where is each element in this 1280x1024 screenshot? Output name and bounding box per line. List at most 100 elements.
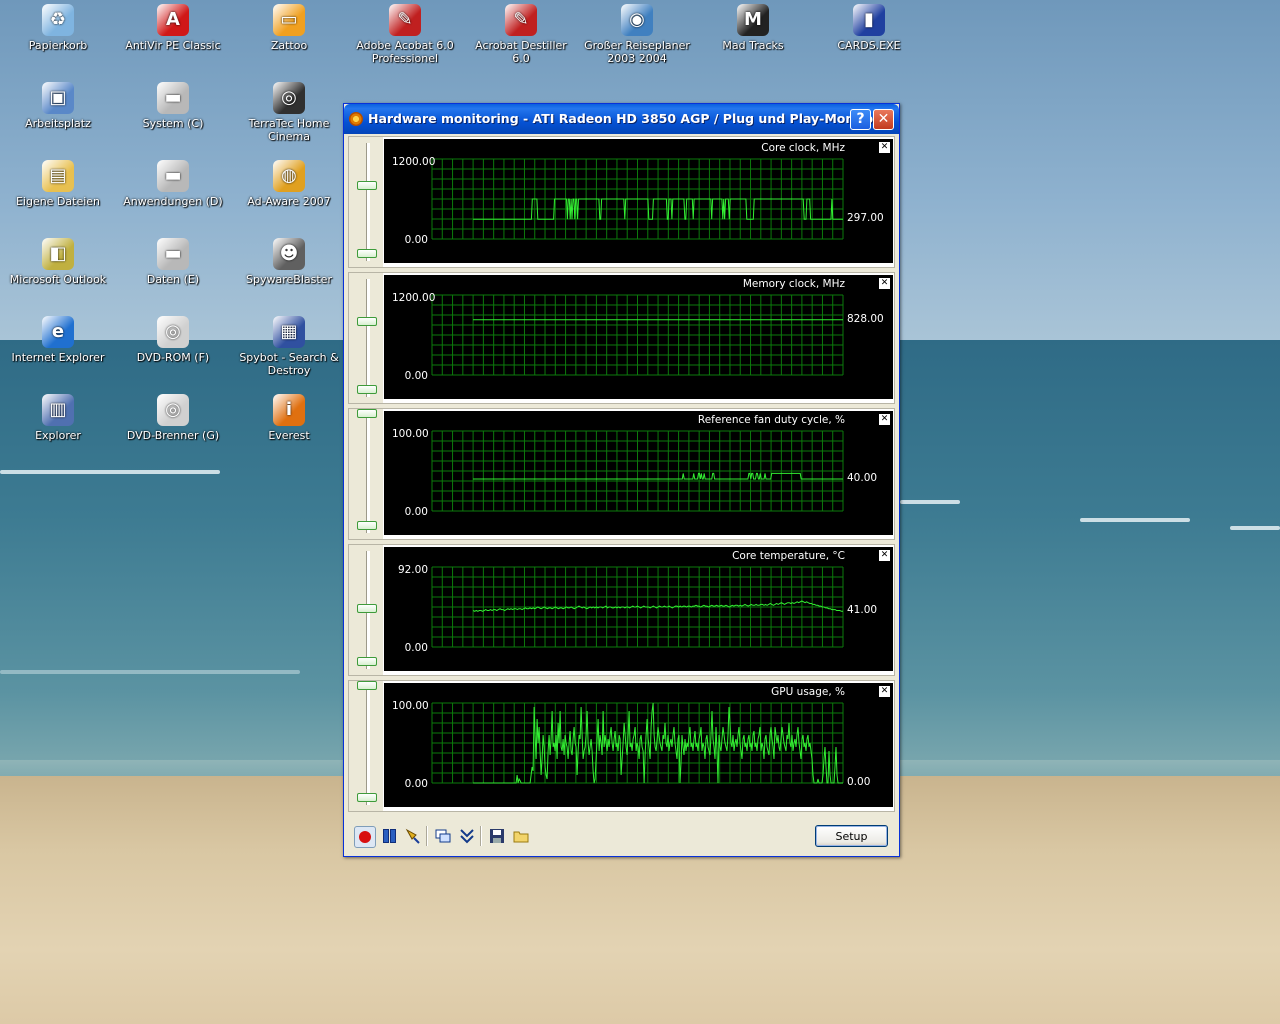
desktop-icon[interactable]: ◎ DVD-Brenner (G) xyxy=(118,394,228,442)
range-slider[interactable] xyxy=(349,545,383,675)
slider-min-thumb[interactable] xyxy=(357,521,377,530)
current-value-label: 297.00 xyxy=(847,212,884,225)
graph-grid xyxy=(431,566,844,648)
desktop-icon[interactable]: ▣ Arbeitsplatz xyxy=(3,82,113,130)
graph-canvas: Core clock, MHz 1200.00 0.00 297.00 ✕ xyxy=(384,139,893,263)
close-button[interactable]: ✕ xyxy=(873,109,894,130)
slider-max-thumb[interactable] xyxy=(357,409,377,418)
range-slider[interactable] xyxy=(349,681,383,811)
desktop-icon[interactable]: ▥ Explorer xyxy=(3,394,113,442)
desktop-icon[interactable]: ✎ Adobe Acobat 6.0 Professionel xyxy=(350,4,460,65)
setup-button[interactable]: Setup xyxy=(815,825,888,847)
acrobat-icon: ✎ xyxy=(389,4,421,36)
desktop-icon[interactable]: ▬ Anwendungen (D) xyxy=(118,160,228,208)
close-graph-icon[interactable]: ✕ xyxy=(879,142,890,153)
desktop-icon-label: DVD-Brenner (G) xyxy=(126,429,220,442)
desktop-icon-label: SpywareBlaster xyxy=(246,273,332,286)
mad-tracks-icon: M xyxy=(737,4,769,36)
globe-icon: ◉ xyxy=(621,4,653,36)
desktop-icon[interactable]: ◎ DVD-ROM (F) xyxy=(118,316,228,364)
desktop-icon-label: Spybot - Search & Destroy xyxy=(239,351,339,377)
graph-svg xyxy=(431,566,844,648)
graph-panel: GPU usage, % 100.00 0.00 0.00 ✕ xyxy=(348,680,895,812)
current-value-label: 0.00 xyxy=(847,776,871,788)
graph-title: Memory clock, MHz xyxy=(742,278,845,290)
desktop-icon[interactable]: ▭ Zattoo xyxy=(234,4,344,52)
desktop-icon[interactable]: ▮ CARDS.EXE xyxy=(814,4,924,52)
desktop-icon[interactable]: A AntiVir PE Classic xyxy=(118,4,228,52)
slider-min-thumb[interactable] xyxy=(357,657,377,666)
y-axis-max-label: 100.00 xyxy=(392,428,429,440)
window-title: Hardware monitoring - ATI Radeon HD 3850… xyxy=(368,111,880,126)
expand-icon[interactable] xyxy=(458,827,476,845)
close-graph-icon[interactable]: ✕ xyxy=(879,550,890,561)
slider-max-thumb[interactable] xyxy=(357,681,377,690)
desktop-icon-label: Mad Tracks xyxy=(722,39,784,52)
close-graph-icon[interactable]: ✕ xyxy=(879,414,890,425)
window-titlebar[interactable]: Hardware monitoring - ATI Radeon HD 3850… xyxy=(344,104,899,134)
record-icon[interactable] xyxy=(354,826,376,848)
recycle-bin-icon: ♻ xyxy=(42,4,74,36)
help-button[interactable]: ? xyxy=(850,109,871,130)
close-graph-icon[interactable]: ✕ xyxy=(879,278,890,289)
slider-min-thumb[interactable] xyxy=(357,385,377,394)
graph-svg xyxy=(431,158,844,240)
slider-min-thumb[interactable] xyxy=(357,793,377,802)
desktop-icon[interactable]: ✎ Acrobat Destiller 6.0 xyxy=(466,4,576,65)
windows-icon[interactable] xyxy=(434,827,452,845)
slider-max-thumb[interactable] xyxy=(357,317,377,326)
desktop-icon-label: AntiVir PE Classic xyxy=(125,39,221,52)
desktop-icon[interactable]: ▦ Spybot - Search & Destroy xyxy=(234,316,344,377)
desktop-icon[interactable]: ◎ TerraTec Home Cinema xyxy=(234,82,344,143)
desktop-icon-label: Arbeitsplatz xyxy=(25,117,91,130)
graph-panel: Core clock, MHz 1200.00 0.00 297.00 ✕ xyxy=(348,136,895,268)
graph-title: GPU usage, % xyxy=(771,686,845,698)
antivir-icon: A xyxy=(157,4,189,36)
brush-icon[interactable] xyxy=(404,827,422,845)
desktop-icon-label: DVD-ROM (F) xyxy=(136,351,210,364)
ad-aware-icon: ◍ xyxy=(273,160,305,192)
spybot-icon: ▦ xyxy=(273,316,305,348)
desktop-icon[interactable]: ◧ Microsoft Outlook xyxy=(3,238,113,286)
y-axis-max-label: 1200.00 xyxy=(392,292,436,304)
desktop-icon[interactable]: ▤ Eigene Dateien xyxy=(3,160,113,208)
desktop-icon[interactable]: ◉ Großer Reiseplaner 2003 2004 xyxy=(582,4,692,65)
range-slider[interactable] xyxy=(349,137,383,267)
desktop-icon[interactable]: e Internet Explorer xyxy=(3,316,113,364)
graph-title: Core temperature, °C xyxy=(732,550,845,562)
desktop-icon-label: Microsoft Outlook xyxy=(9,273,107,286)
folder-icon[interactable] xyxy=(512,827,530,845)
gear-icon xyxy=(349,112,363,126)
desktop-icon[interactable]: i Everest xyxy=(234,394,344,442)
desktop-icon-label: Explorer xyxy=(35,429,81,442)
slider-track xyxy=(366,143,370,261)
desktop-icon[interactable]: ◍ Ad-Aware 2007 xyxy=(234,160,344,208)
slider-max-thumb[interactable] xyxy=(357,181,377,190)
desktop-icon[interactable]: ☻ SpywareBlaster xyxy=(234,238,344,286)
current-value-label: 828.00 xyxy=(847,312,884,325)
slider-max-thumb[interactable] xyxy=(357,604,377,613)
hard-drive-icon: ▬ xyxy=(157,82,189,114)
y-axis-min-label: 0.00 xyxy=(404,506,428,518)
desktop-icon[interactable]: ▬ Daten (E) xyxy=(118,238,228,286)
desktop-icon-label: Everest xyxy=(268,429,310,442)
slider-track xyxy=(366,415,370,533)
graph-svg xyxy=(431,430,844,512)
desktop-icon-label: Papierkorb xyxy=(28,39,88,52)
range-slider[interactable] xyxy=(349,409,383,539)
my-computer-icon: ▣ xyxy=(42,82,74,114)
pause-icon[interactable] xyxy=(380,827,398,845)
hardware-monitoring-window[interactable]: Hardware monitoring - ATI Radeon HD 3850… xyxy=(343,103,900,857)
close-graph-icon[interactable]: ✕ xyxy=(879,686,890,697)
desktop-icon-label: CARDS.EXE xyxy=(837,39,901,52)
desktop-icon[interactable]: ♻ Papierkorb xyxy=(3,4,113,52)
desktop-icon[interactable]: M Mad Tracks xyxy=(698,4,808,52)
y-axis-min-label: 0.00 xyxy=(404,778,428,790)
slider-min-thumb[interactable] xyxy=(357,249,377,258)
save-icon[interactable] xyxy=(488,827,506,845)
graph-svg xyxy=(431,294,844,376)
graph-panel: Reference fan duty cycle, % 100.00 0.00 40.… xyxy=(348,408,895,540)
range-slider[interactable] xyxy=(349,273,383,403)
desktop-icon[interactable]: ▬ System (C) xyxy=(118,82,228,130)
zattoo-icon: ▭ xyxy=(273,4,305,36)
